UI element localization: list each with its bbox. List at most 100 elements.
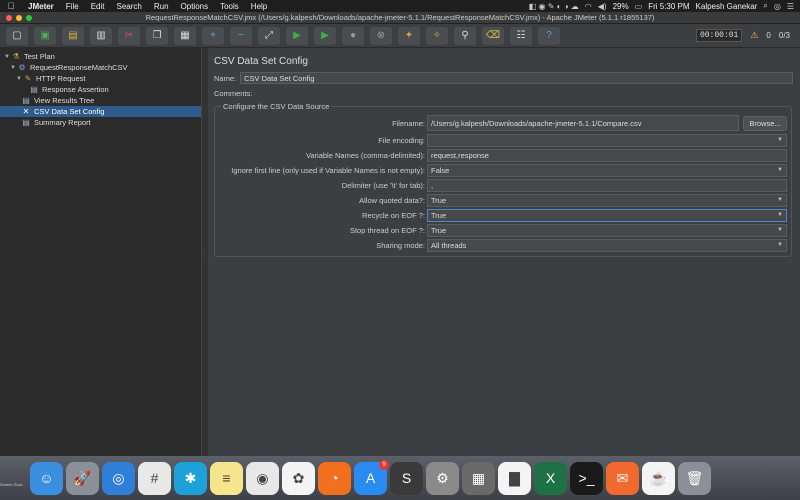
notes-icon[interactable]: ≡ bbox=[210, 461, 243, 495]
chevron-down-icon: ▼ bbox=[777, 227, 783, 233]
delimiter-field[interactable]: , bbox=[427, 178, 787, 192]
tree-item-view-results-tree[interactable]: ▤ View Results Tree bbox=[0, 95, 201, 106]
start-icon[interactable]: ▶ bbox=[286, 26, 308, 45]
tree-item-csv-data-set-config[interactable]: ✕ CSV Data Set Config bbox=[0, 106, 201, 117]
calculator-icon[interactable]: ▦ bbox=[462, 461, 495, 495]
menu-help[interactable]: Help bbox=[245, 2, 273, 11]
help-icon[interactable]: ? bbox=[538, 26, 560, 45]
http-sampler-icon: ✎ bbox=[24, 74, 32, 83]
notification-badge: 9 bbox=[379, 459, 389, 470]
menubar-user[interactable]: Kalpesh Ganekar bbox=[696, 2, 758, 11]
save-icon[interactable]: ▥ bbox=[90, 26, 112, 45]
menu-options[interactable]: Options bbox=[175, 2, 215, 11]
volume-icon[interactable]: ◀) bbox=[598, 2, 607, 11]
menu-run[interactable]: Run bbox=[148, 2, 175, 11]
battery-percent[interactable]: 29% bbox=[613, 2, 629, 11]
copy-icon[interactable]: ❐ bbox=[146, 26, 168, 45]
stop-thread-select[interactable]: True ▼ bbox=[427, 223, 787, 237]
expand-icon[interactable]: + bbox=[202, 26, 224, 45]
tree-item-summary-report[interactable]: ▤ Summary Report bbox=[0, 117, 201, 128]
cut-icon[interactable]: ✂ bbox=[118, 26, 140, 45]
close-window-icon[interactable] bbox=[6, 15, 12, 21]
config-icon: ✕ bbox=[22, 107, 30, 116]
stop-icon[interactable]: ● bbox=[342, 26, 364, 45]
filename-field[interactable]: /Users/g.kalpesh/Downloads/apache-jmeter… bbox=[427, 115, 739, 131]
desktop-file-label[interactable]: Screen Shot... bbox=[0, 482, 26, 487]
comments-field[interactable] bbox=[256, 87, 794, 99]
browse-button[interactable]: Browse... bbox=[743, 115, 787, 131]
quoted-select[interactable]: True ▼ bbox=[427, 193, 787, 207]
page-title: CSV Data Set Config bbox=[214, 56, 308, 67]
search-icon[interactable]: ⚲ bbox=[454, 26, 476, 45]
warning-icon[interactable]: ⚠ bbox=[750, 30, 758, 41]
new-icon[interactable]: ▢ bbox=[6, 26, 28, 45]
battery-icon[interactable]: ▭ bbox=[635, 2, 643, 11]
comments-label: Comments: bbox=[214, 88, 253, 98]
trello-icon[interactable]: ✱ bbox=[174, 461, 207, 495]
function-helper-icon[interactable]: ☷ bbox=[510, 26, 532, 45]
varnames-field[interactable]: request,response bbox=[427, 148, 787, 162]
tree-expand-arrow[interactable]: ▼ bbox=[9, 65, 17, 71]
trash-icon[interactable]: 🗑 bbox=[678, 461, 711, 495]
tree-expand-arrow[interactable]: ▼ bbox=[15, 76, 23, 82]
tree-item-response-assertion[interactable]: ▤ Response Assertion bbox=[0, 84, 201, 95]
start-no-pause-icon[interactable]: ▶ bbox=[314, 26, 336, 45]
menu-jmeter[interactable]: JMeter bbox=[22, 2, 60, 11]
menu-search[interactable]: Search bbox=[110, 2, 147, 11]
tree-expand-arrow[interactable]: ▼ bbox=[3, 54, 11, 60]
name-field[interactable]: CSV Data Set Config bbox=[240, 72, 794, 84]
sharing-select[interactable]: All threads ▼ bbox=[427, 238, 787, 252]
wifi-icon[interactable]: ◠ bbox=[585, 2, 592, 11]
safari-icon[interactable]: ◎ bbox=[102, 461, 135, 495]
status-icons[interactable]: ◧ ◉ ✎ ◐ ◑ ☁ bbox=[529, 2, 579, 11]
chrome-icon[interactable]: ◉ bbox=[246, 461, 279, 495]
siri-icon[interactable]: ◎ bbox=[774, 2, 781, 11]
sharing-row: Sharing mode: All threads ▼ bbox=[219, 238, 787, 252]
encoding-select[interactable]: ▼ bbox=[427, 133, 787, 147]
minimize-window-icon[interactable] bbox=[16, 15, 22, 21]
open-icon[interactable]: ▤ bbox=[62, 26, 84, 45]
app-store-icon[interactable]: A9 bbox=[354, 459, 389, 495]
toggle-icon[interactable]: ⤢ bbox=[258, 26, 280, 45]
photos-icon[interactable]: ✿ bbox=[282, 461, 315, 495]
reset-search-icon[interactable]: ⌫ bbox=[482, 26, 504, 45]
ignore-first-select[interactable]: False ▼ bbox=[427, 163, 787, 177]
activity-monitor-icon[interactable]: ▇ bbox=[498, 461, 531, 495]
name-row: Name: CSV Data Set Config bbox=[214, 71, 794, 85]
launchpad-icon[interactable]: 🚀 bbox=[66, 461, 99, 495]
templates-icon[interactable]: ▣ bbox=[34, 26, 56, 45]
tree-item-test-plan[interactable]: ▼ ⚗ Test Plan bbox=[0, 51, 201, 62]
zoom-window-icon[interactable] bbox=[26, 15, 32, 21]
firefox-icon[interactable]: ◔ bbox=[318, 461, 351, 495]
spotlight-icon[interactable]: ⌕ bbox=[763, 1, 767, 11]
clear-all-icon[interactable]: ✧ bbox=[426, 26, 448, 45]
sublime-icon[interactable]: S bbox=[390, 461, 423, 495]
postman-icon[interactable]: ✉ bbox=[606, 461, 639, 495]
finder-icon[interactable]: ☺ bbox=[30, 461, 63, 495]
terminal-icon[interactable]: >_ bbox=[570, 461, 603, 495]
listener-icon: ▤ bbox=[22, 118, 30, 127]
menu-edit[interactable]: Edit bbox=[85, 2, 111, 11]
quoted-row: Allow quoted data?: True ▼ bbox=[219, 193, 787, 207]
notification-center-icon[interactable]: ☰ bbox=[787, 2, 794, 11]
menubar-clock[interactable]: Fri 5:30 PM bbox=[648, 2, 689, 11]
recycle-select[interactable]: True ▼ bbox=[427, 208, 787, 222]
paste-icon[interactable]: ▦ bbox=[174, 26, 196, 45]
menu-file[interactable]: File bbox=[60, 2, 85, 11]
excel-icon[interactable]: X bbox=[534, 461, 567, 495]
chevron-down-icon: ▼ bbox=[777, 197, 783, 203]
java-icon[interactable]: ☕ bbox=[642, 461, 675, 495]
collapse-icon[interactable]: − bbox=[230, 26, 252, 45]
group-title: Configure the CSV Data Source bbox=[221, 102, 332, 111]
shutdown-icon[interactable]: ⊗ bbox=[370, 26, 392, 45]
system-preferences-icon[interactable]: ⚙ bbox=[426, 461, 459, 495]
slack-icon[interactable]: # bbox=[138, 461, 171, 495]
clear-icon[interactable]: ✦ bbox=[398, 26, 420, 45]
tree-item-http-request[interactable]: ▼ ✎ HTTP Request bbox=[0, 73, 201, 84]
apple-menu-icon[interactable]:  bbox=[0, 1, 22, 11]
tree-item-label: RequestResponseMatchCSV bbox=[30, 63, 128, 72]
tree-item-thread-group[interactable]: ▼ ⚙ RequestResponseMatchCSV bbox=[0, 62, 201, 73]
comments-row: Comments: bbox=[214, 86, 794, 100]
menu-tools[interactable]: Tools bbox=[214, 2, 245, 11]
stop-thread-row: Stop thread on EOF ?: True ▼ bbox=[219, 223, 787, 237]
